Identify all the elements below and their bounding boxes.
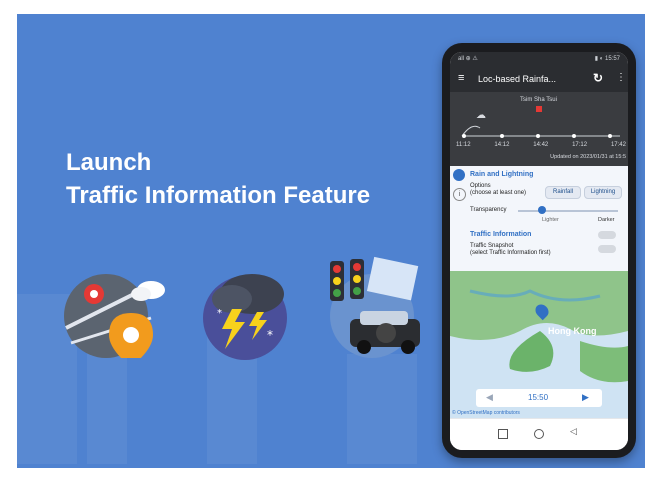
svg-text:*: * xyxy=(217,308,222,319)
map-location-icon xyxy=(64,274,165,358)
phone-screen: all ⊕ ⚠ ▮ ◐ 15:57 ≡ Loc-based Rainfa... … xyxy=(450,52,628,450)
bg-building xyxy=(347,354,417,464)
lightning-button[interactable]: Lightning xyxy=(584,186,622,199)
timeline-ticks: 11:12 14:12 14:42 17:12 17:42 xyxy=(456,142,626,148)
svg-text:*: * xyxy=(267,328,273,342)
traffic-info-toggle[interactable] xyxy=(598,231,616,239)
layer-options-panel: i Rain and Lightning Options (choose at … xyxy=(450,166,628,271)
headline: Launch Traffic Information Feature xyxy=(66,146,370,212)
phone-mockup: all ⊕ ⚠ ▮ ◐ 15:57 ≡ Loc-based Rainfa... … xyxy=(442,43,636,458)
rainfall-map[interactable]: Hong Kong ◀ 15:50 ▶ © OpenStreetMap cont… xyxy=(450,271,628,418)
rainfall-timeline: Tsim Sha Tsui ☁ 11:12 14:12 14:42 17:12 xyxy=(450,92,628,166)
slider-handle[interactable] xyxy=(538,206,546,214)
location-marker-icon xyxy=(536,106,542,112)
headline-line2: Traffic Information Feature xyxy=(66,182,371,209)
timeline-tick: 14:42 xyxy=(533,142,549,148)
rainfall-button[interactable]: Rainfall xyxy=(545,186,581,199)
playback-bar: ◀ 15:50 ▶ xyxy=(476,389,602,407)
refresh-icon[interactable]: ↻ xyxy=(593,71,603,85)
traffic-snapshot-toggle[interactable] xyxy=(598,245,616,253)
traffic-car-icon xyxy=(330,256,420,358)
lighter-label: Lighter xyxy=(542,217,559,223)
status-right: ▮ ◐ 15:57 xyxy=(594,56,620,62)
darker-label: Darker xyxy=(598,217,615,223)
transparency-slider[interactable] xyxy=(518,210,618,212)
previous-icon[interactable]: ◀ xyxy=(486,392,493,403)
options-label: Options (choose at least one) xyxy=(470,183,527,196)
back-icon[interactable]: ◁ xyxy=(570,426,577,437)
section-traffic-title: Traffic Information xyxy=(470,231,532,238)
recent-apps-icon[interactable] xyxy=(498,429,508,439)
section-rain-lightning-title: Rain and Lightning xyxy=(470,171,534,178)
status-left: all ⊕ ⚠ xyxy=(458,56,478,62)
traffic-snapshot-label: Traffic Snapshot (select Traffic Informa… xyxy=(470,243,551,256)
promo-banner: Launch Traffic Information Feature * * a… xyxy=(17,14,645,468)
thunderstorm-icon: * * xyxy=(203,274,287,360)
app-title: Loc-based Rainfa... xyxy=(478,74,557,84)
android-nav-bar: ◁ xyxy=(450,418,628,450)
home-icon[interactable] xyxy=(534,429,544,439)
menu-icon[interactable]: ≡ xyxy=(458,72,464,84)
player-time: 15:50 xyxy=(528,393,549,402)
headline-line1: Launch xyxy=(66,149,152,176)
timeline-tick: 11:12 xyxy=(456,142,471,148)
map-place-label: Hong Kong xyxy=(548,326,597,336)
more-options-icon[interactable]: ⋮ xyxy=(616,72,626,83)
transparency-label: Transparency xyxy=(470,207,507,213)
next-icon[interactable]: ▶ xyxy=(582,392,589,403)
map-attribution[interactable]: © OpenStreetMap contributors xyxy=(452,410,520,416)
layers-icon[interactable] xyxy=(453,169,465,181)
status-bar: all ⊕ ⚠ ▮ ◐ 15:57 xyxy=(450,52,628,66)
updated-text: Updated on 2023/01/31 at 15:5 xyxy=(550,154,626,160)
location-label: Tsim Sha Tsui xyxy=(520,97,557,103)
timeline-chart xyxy=(461,125,620,138)
timeline-tick: 17:42 xyxy=(610,142,626,148)
app-bar: ≡ Loc-based Rainfa... ↻ ⋮ xyxy=(450,66,628,92)
timeline-tick: 14:12 xyxy=(494,142,510,148)
timeline-tick: 17:12 xyxy=(572,142,588,148)
info-icon[interactable]: i xyxy=(453,188,466,201)
